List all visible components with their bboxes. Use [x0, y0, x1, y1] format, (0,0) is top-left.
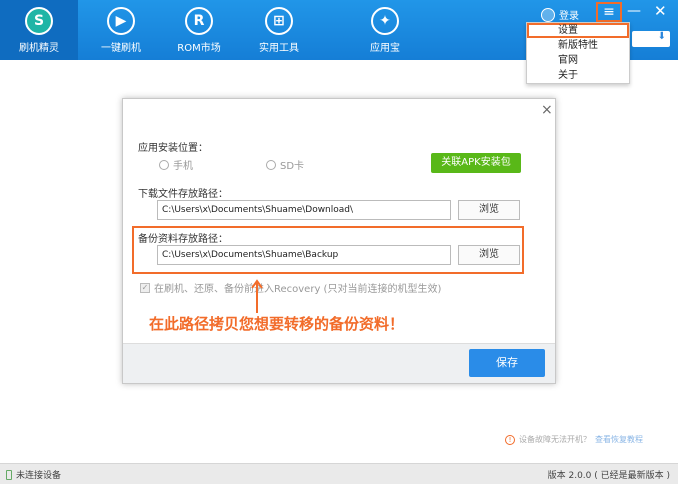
- menu-item-website[interactable]: 官网: [527, 53, 629, 68]
- minimize-icon[interactable]: —: [627, 3, 641, 19]
- nav-item-one-click-flash[interactable]: ▶ 一键刷机: [82, 0, 160, 60]
- radio-sd-label: SD卡: [280, 161, 305, 172]
- download-path-label: 下载文件存放路径：: [138, 189, 228, 200]
- main-menu-dropdown: 设置 新版特性 官网 关于: [526, 22, 630, 84]
- save-button[interactable]: 保存: [469, 349, 545, 377]
- recovery-checkbox-label: 在刷机、还原、备份前进入Recovery (只对当前连接的机型生效): [154, 284, 442, 295]
- recovery-tutorial-link[interactable]: 查看恢复教程: [595, 434, 643, 445]
- download-manager-button[interactable]: ⬇: [632, 31, 670, 47]
- phone-icon: [6, 469, 12, 480]
- help-text: 设备故障无法开机？: [519, 435, 591, 444]
- install-location-label: 应用安装位置：: [138, 143, 208, 154]
- nav-label: 刷机精灵: [19, 43, 59, 54]
- radio-circle-icon: [266, 159, 276, 170]
- device-status: 未连接设备: [6, 468, 61, 481]
- nav-label: ROM市场: [177, 43, 221, 54]
- up-arrow-icon: [251, 279, 263, 313]
- warning-icon: !: [505, 434, 515, 445]
- nav-item-yingyongbao[interactable]: ✦ 应用宝: [346, 0, 424, 60]
- nav-item-tools[interactable]: ⊞ 实用工具: [240, 0, 318, 60]
- checkbox-icon: ✓: [140, 282, 150, 293]
- status-bar: 未连接设备 版本 2.0.0 ( 已经是最新版本 ): [0, 463, 678, 484]
- version-text: 版本 2.0.0 ( 已经是最新版本 ): [547, 471, 670, 481]
- radio-phone-label: 手机: [173, 161, 193, 172]
- backup-path-field[interactable]: C:\Users\x\Documents\Shuame\Backup: [157, 245, 451, 265]
- download-path-field[interactable]: C:\Users\x\Documents\Shuame\Download\: [157, 200, 451, 220]
- nav-label: 一键刷机: [101, 43, 141, 54]
- dialog-close-icon[interactable]: ×: [541, 102, 553, 118]
- login-link[interactable]: 登录: [541, 7, 579, 22]
- help-line: ! 设备故障无法开机？ 查看恢复教程: [505, 434, 643, 445]
- nav-label: 应用宝: [370, 43, 400, 54]
- menu-item-whats-new[interactable]: 新版特性: [527, 38, 629, 53]
- user-avatar-icon: [541, 7, 555, 22]
- app-icon: ✦: [371, 7, 399, 35]
- grid-icon: ⊞: [265, 7, 293, 35]
- radio-circle-icon: [159, 159, 169, 170]
- backup-path-label: 备份资料存放路径：: [138, 234, 228, 245]
- backup-browse-button[interactable]: 浏览: [458, 245, 520, 265]
- menu-button[interactable]: ≡: [596, 2, 622, 22]
- nav-item-rom-market[interactable]: R ROM市场: [160, 0, 238, 60]
- nav-label: 实用工具: [259, 43, 299, 54]
- login-label: 登录: [559, 11, 579, 22]
- play-icon: ▶: [107, 7, 135, 35]
- menu-item-about[interactable]: 关于: [527, 68, 629, 83]
- radio-sd-card[interactable]: SD卡: [266, 157, 304, 172]
- close-icon[interactable]: ✕: [654, 2, 667, 20]
- annotation-text: 在此路径拷贝您想要转移的备份资料！: [149, 315, 405, 333]
- download-browse-button[interactable]: 浏览: [458, 200, 520, 220]
- radio-phone[interactable]: 手机: [159, 157, 193, 172]
- r-icon: R: [185, 7, 213, 35]
- associate-apk-button[interactable]: 关联APK安装包: [431, 153, 521, 173]
- settings-dialog: × 应用安装位置： 手机 SD卡 关联APK安装包 下载文件存放路径： C:\U…: [122, 98, 556, 384]
- nav-item-shuajijingling[interactable]: S 刷机精灵: [0, 0, 78, 60]
- menu-item-settings[interactable]: 设置: [527, 23, 629, 38]
- recovery-checkbox[interactable]: ✓ 在刷机、还原、备份前进入Recovery (只对当前连接的机型生效): [140, 280, 441, 295]
- shield-s-icon: S: [25, 7, 53, 35]
- device-status-text: 未连接设备: [16, 471, 62, 481]
